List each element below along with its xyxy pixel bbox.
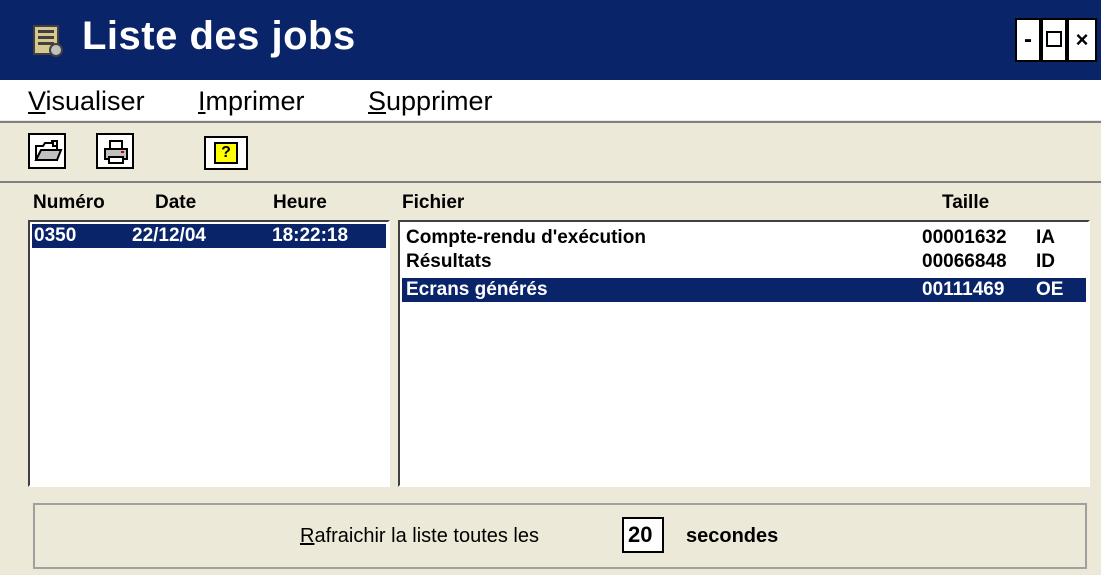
close-button[interactable]: × xyxy=(1067,18,1097,62)
help-icon: ? xyxy=(214,142,238,164)
toolbar: ? xyxy=(0,123,1101,181)
header-fichier: Fichier xyxy=(402,192,465,213)
menu-imprimer[interactable]: Imprimer xyxy=(198,86,305,117)
printer-icon xyxy=(104,140,128,164)
header-date: Date xyxy=(155,192,197,213)
files-list[interactable]: Compte-rendu d'exécution 00001632 IA Rés… xyxy=(398,220,1090,487)
file-row[interactable]: Résultats 00066848 ID xyxy=(402,250,1086,274)
header-heure: Heure xyxy=(273,192,327,213)
print-button[interactable] xyxy=(96,133,134,169)
header-taille: Taille xyxy=(942,192,990,213)
refresh-label: Rafraichir la liste toutes les xyxy=(300,525,539,547)
app-icon xyxy=(28,22,64,58)
toolbar-separator xyxy=(0,181,1101,183)
file-code: ID xyxy=(1036,251,1055,272)
file-row[interactable]: Ecrans générés 00111469 OE xyxy=(402,278,1086,302)
menu-visualiser[interactable]: Visualiser xyxy=(28,86,145,117)
maximize-icon xyxy=(1046,31,1062,47)
header-numero: Numéro xyxy=(33,192,105,213)
menu-supprimer[interactable]: Supprimer xyxy=(368,86,493,117)
refresh-unit-label: secondes xyxy=(686,525,779,547)
window-title: Liste des jobs xyxy=(82,14,356,58)
job-numero: 0350 xyxy=(34,225,77,246)
maximize-button[interactable] xyxy=(1041,18,1067,62)
title-bar: Liste des jobs - × xyxy=(0,0,1101,80)
menu-bar: Visualiser Imprimer Supprimer xyxy=(0,80,1101,120)
open-button[interactable] xyxy=(28,133,66,169)
minimize-button[interactable]: - xyxy=(1015,18,1041,62)
help-button[interactable]: ? xyxy=(204,136,248,170)
file-size: 00066848 xyxy=(922,251,1007,272)
file-code: IA xyxy=(1036,227,1055,248)
jobs-list[interactable]: 0350 22/12/04 18:22:18 xyxy=(28,220,390,487)
job-date: 22/12/04 xyxy=(132,225,206,246)
file-name: Compte-rendu d'exécution xyxy=(406,227,646,248)
file-name: Ecrans générés xyxy=(406,279,548,300)
file-row[interactable]: Compte-rendu d'exécution 00001632 IA xyxy=(402,226,1086,250)
minimize-icon: - xyxy=(1024,26,1032,53)
file-name: Résultats xyxy=(406,251,492,272)
file-size: 00111469 xyxy=(922,279,1005,300)
job-heure: 18:22:18 xyxy=(272,225,349,246)
refresh-interval-input[interactable]: 20 xyxy=(622,517,664,553)
file-code: OE xyxy=(1036,279,1064,300)
file-size: 00001632 xyxy=(922,227,1007,248)
job-row[interactable]: 0350 22/12/04 18:22:18 xyxy=(32,224,386,248)
open-folder-icon xyxy=(34,140,63,161)
close-icon: × xyxy=(1075,27,1089,52)
refresh-panel: Rafraichir la liste toutes les 20 second… xyxy=(33,503,1087,569)
